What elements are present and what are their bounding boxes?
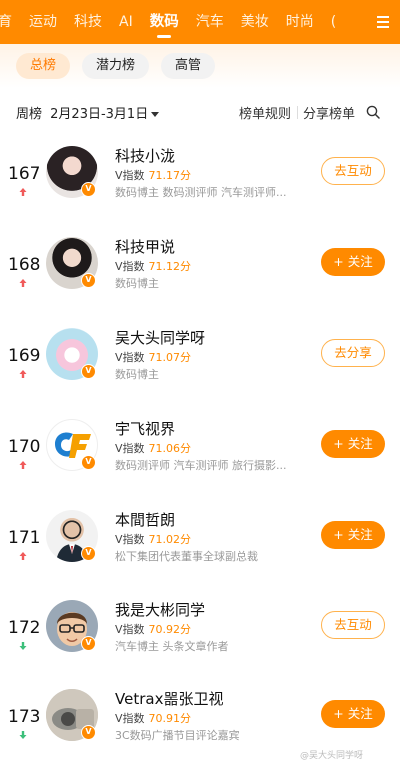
ranking-type-tabs: 总榜 潜力榜 高管 — [0, 44, 400, 88]
chip-overall[interactable]: 总榜 — [16, 53, 71, 79]
v-index-value: 71.12分 — [148, 260, 192, 273]
user-name[interactable]: 吴大头同学呀 — [115, 327, 205, 348]
verified-badge-icon: V — [81, 636, 96, 651]
share-button[interactable]: 去分享 — [321, 339, 385, 367]
user-name[interactable]: 科技小泷 — [115, 145, 175, 166]
period-selector[interactable]: 周榜 2月23日-3月1日 — [16, 103, 160, 122]
trend-down-icon — [19, 642, 27, 650]
search-icon[interactable] — [366, 105, 380, 119]
v-index-label: V指数 — [115, 260, 145, 273]
share-ranking-link[interactable]: 分享榜单 — [303, 103, 355, 122]
trend-up-icon — [19, 279, 27, 287]
verified-badge-icon: V — [81, 273, 96, 288]
user-name[interactable]: 我是大彬同学 — [115, 599, 205, 620]
tab-sports[interactable]: 运动 — [29, 0, 57, 44]
user-tags: 数码博主 数码测评师 汽车测评师... — [115, 186, 287, 199]
watermark: @吴大头同学呀 — [300, 751, 364, 761]
v-index: V指数 71.07分 — [115, 349, 191, 365]
v-index-label: V指数 — [115, 442, 145, 455]
tab-tech[interactable]: 科技 — [74, 0, 102, 44]
user-tags: 松下集团代表董事全球副总裁 — [115, 550, 258, 563]
user-name[interactable]: 宇飞视界 — [115, 418, 175, 439]
verified-badge-icon: V — [81, 725, 96, 740]
user-tags: 数码博主 — [115, 277, 159, 290]
trend-up-icon — [19, 552, 27, 560]
rules-link[interactable]: 榜单规则 — [239, 103, 291, 122]
v-index-value: 71.17分 — [148, 169, 192, 182]
user-tags: 汽车博主 头条文章作者 — [115, 640, 229, 653]
interact-button[interactable]: 去互动 — [321, 157, 385, 185]
tab-more-partial[interactable]: ( — [331, 0, 336, 44]
user-tags: 数码测评师 汽车测评师 旅行摄影... — [115, 459, 287, 472]
verified-badge-icon: V — [81, 546, 96, 561]
v-index-label: V指数 — [115, 623, 145, 636]
user-tags: 3C数码广播节目评论嘉宾 — [115, 729, 240, 742]
period-prefix: 周榜 — [16, 106, 43, 122]
v-index-value: 71.02分 — [148, 533, 192, 546]
user-name[interactable]: Vetrax噐张卫视 — [115, 688, 223, 709]
ranking-page: 育 运动 科技 AI 数码 汽车 美妆 时尚 ( 总榜 潜力榜 高管 周榜 2月… — [0, 0, 400, 763]
follow-button[interactable]: + 关注 — [321, 248, 385, 276]
v-index: V指数 71.02分 — [115, 531, 191, 547]
filter-bar: 周榜 2月23日-3月1日 榜单规则 分享榜单 — [0, 96, 400, 128]
verified-badge-icon: V — [81, 182, 96, 197]
list-item[interactable]: 168 V 科技甲说 V指数 71.12分 数码博主 + 关注 — [0, 236, 400, 326]
list-item[interactable]: 167 V 科技小泷 V指数 71.17分 数码博主 数码测评师 汽车测评师...… — [0, 145, 400, 235]
v-index-value: 70.92分 — [148, 623, 192, 636]
verified-badge-icon: V — [81, 364, 96, 379]
trend-up-icon — [19, 370, 27, 378]
category-nav: 育 运动 科技 AI 数码 汽车 美妆 时尚 ( — [0, 0, 400, 44]
v-index-label: V指数 — [115, 533, 145, 546]
menu-icon[interactable] — [366, 0, 400, 44]
user-name[interactable]: 科技甲说 — [115, 236, 175, 257]
v-index-label: V指数 — [115, 169, 145, 182]
list-item[interactable]: 170 V 宇飞视界 V指数 71.06分 数码测评师 汽车测评师 旅行摄影...… — [0, 418, 400, 508]
tab-beauty[interactable]: 美妆 — [241, 0, 269, 44]
user-name[interactable]: 本間哲朗 — [115, 509, 175, 530]
list-item[interactable]: 171 V 本間哲朗 V指数 71.02分 松下集团代表董事全球副总裁 + 关注 — [0, 509, 400, 599]
caret-down-icon — [151, 111, 160, 117]
v-index-label: V指数 — [115, 351, 145, 364]
chip-potential[interactable]: 潜力榜 — [82, 53, 150, 79]
rank-number: 168 — [8, 255, 41, 275]
rank-number: 173 — [8, 707, 41, 727]
interact-button[interactable]: 去互动 — [321, 611, 385, 639]
trend-down-icon — [19, 731, 27, 739]
tab-fashion[interactable]: 时尚 — [286, 0, 314, 44]
list-item[interactable]: 169 V 吴大头同学呀 V指数 71.07分 数码博主 去分享 — [0, 327, 400, 417]
rank-number: 169 — [8, 346, 41, 366]
divider — [297, 106, 298, 119]
verified-badge-icon: V — [81, 455, 96, 470]
v-index: V指数 70.92分 — [115, 621, 191, 637]
v-index: V指数 71.17分 — [115, 167, 191, 183]
v-index-value: 70.91分 — [148, 712, 192, 725]
v-index-value: 71.07分 — [148, 351, 192, 364]
user-tags: 数码博主 — [115, 368, 159, 381]
rank-number: 167 — [8, 164, 41, 184]
follow-button[interactable]: + 关注 — [321, 430, 385, 458]
tab-ai[interactable]: AI — [119, 0, 133, 44]
trend-up-icon — [19, 461, 27, 469]
rank-number: 171 — [8, 528, 41, 548]
rank-number: 172 — [8, 618, 41, 638]
trend-up-icon — [19, 188, 27, 196]
chip-executive[interactable]: 高管 — [161, 53, 216, 79]
v-index: V指数 71.12分 — [115, 258, 191, 274]
v-index: V指数 70.91分 — [115, 710, 191, 726]
list-item[interactable]: 172 V 我是大彬同学 V指数 70.92分 汽车博主 头条文章作者 去互动 — [0, 599, 400, 689]
v-index: V指数 71.06分 — [115, 440, 191, 456]
follow-button[interactable]: + 关注 — [321, 700, 385, 728]
rank-number: 170 — [8, 437, 41, 457]
tab-auto[interactable]: 汽车 — [196, 0, 224, 44]
tab-digital[interactable]: 数码 — [150, 0, 179, 44]
v-index-label: V指数 — [115, 712, 145, 725]
v-index-value: 71.06分 — [148, 442, 192, 455]
follow-button[interactable]: + 关注 — [321, 521, 385, 549]
period-range: 2月23日-3月1日 — [50, 106, 149, 122]
tab-education[interactable]: 育 — [0, 0, 12, 44]
